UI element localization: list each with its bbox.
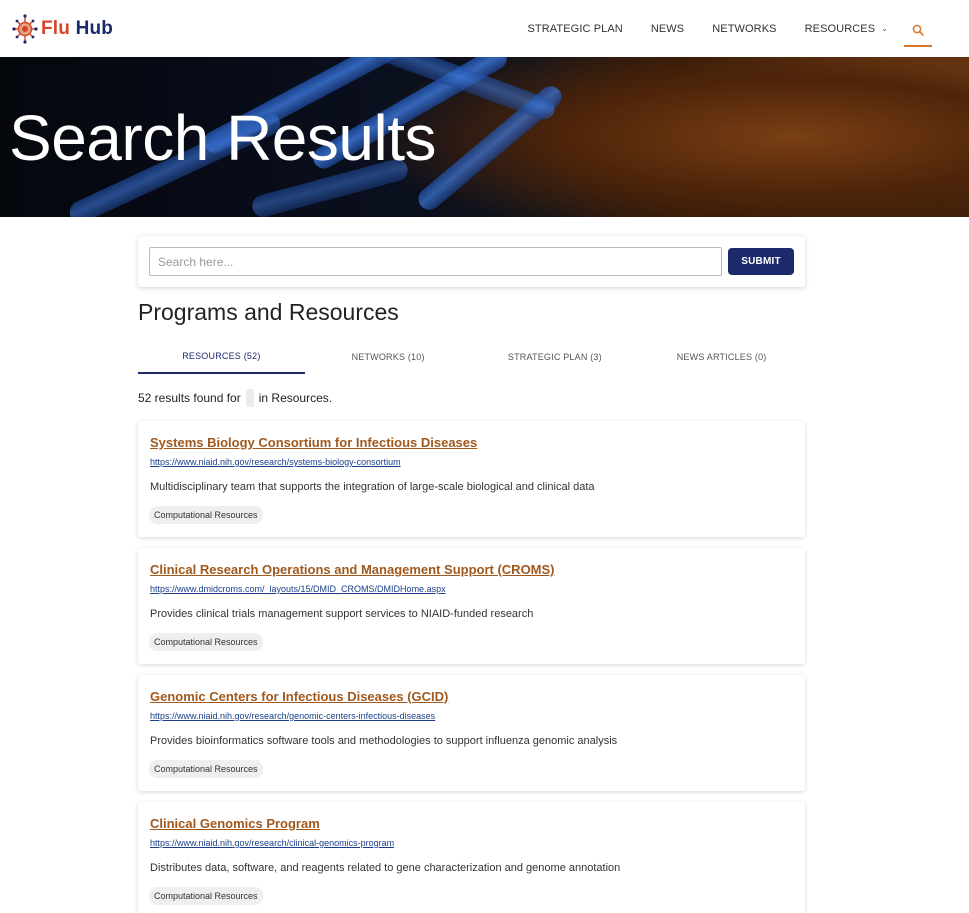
nav-label: NEWS bbox=[650, 22, 685, 35]
hero-banner: Search Results bbox=[0, 57, 969, 217]
result-url-link[interactable]: https://www.niaid.nih.gov/research/syste… bbox=[150, 457, 401, 467]
tab-news-articles[interactable]: NEWS ARTICLES (0) bbox=[638, 340, 805, 374]
result-card: Clinical Genomics Program https://www.ni… bbox=[138, 802, 805, 913]
search-input[interactable] bbox=[149, 247, 722, 276]
result-card: Clinical Research Operations and Managem… bbox=[138, 548, 805, 664]
results-count: 52 results found for in Resources. bbox=[138, 389, 332, 407]
search-tab-underline bbox=[904, 17, 932, 47]
chevron-down-icon: ⌄ bbox=[881, 24, 888, 33]
result-url-link[interactable]: https://www.dmidcroms.com/_layouts/15/DM… bbox=[150, 584, 446, 594]
search-nav-tab[interactable] bbox=[904, 0, 932, 57]
result-card: Systems Biology Consortium for Infectiou… bbox=[138, 421, 805, 537]
search-icon bbox=[912, 24, 924, 36]
nav-item-strategic-plan[interactable]: STRATEGIC PLAN bbox=[528, 23, 623, 35]
nav-label: STRATEGIC PLAN bbox=[527, 22, 623, 35]
virus-logo-icon bbox=[12, 14, 38, 44]
results-tabs: RESOURCES (52) NETWORKS (10) STRATEGIC P… bbox=[138, 340, 805, 374]
tab-networks[interactable]: NETWORKS (10) bbox=[305, 340, 472, 374]
search-query-highlight bbox=[245, 389, 254, 407]
page-title: Search Results bbox=[9, 102, 436, 174]
result-title-link[interactable]: Clinical Genomics Program bbox=[150, 816, 320, 831]
logo-hub-text: Hub bbox=[75, 18, 114, 39]
results-count-suffix: in Resources. bbox=[258, 391, 333, 405]
nav-item-networks[interactable]: NETWORKS bbox=[712, 23, 776, 35]
result-category-tag[interactable]: Computational Resources bbox=[149, 760, 263, 778]
nav-item-resources[interactable]: RESOURCES ⌄ bbox=[805, 23, 888, 35]
tab-strategic-plan[interactable]: STRATEGIC PLAN (3) bbox=[472, 340, 639, 374]
section-title: Programs and Resources bbox=[138, 299, 399, 325]
result-title-link[interactable]: Clinical Research Operations and Managem… bbox=[150, 562, 555, 577]
result-description: Distributes data, software, and reagents… bbox=[150, 862, 621, 874]
results-count-prefix: 52 results found for bbox=[138, 391, 241, 405]
flu-hub-logo[interactable]: Flu Hub bbox=[10, 10, 113, 48]
main-nav: STRATEGIC PLAN NEWS NETWORKS RESOURCES ⌄ bbox=[528, 0, 969, 57]
result-title-link[interactable]: Systems Biology Consortium for Infectiou… bbox=[150, 435, 477, 450]
search-form: SUBMIT bbox=[138, 236, 805, 287]
result-category-tag[interactable]: Computational Resources bbox=[149, 506, 263, 524]
top-navigation-bar: Flu Hub STRATEGIC PLAN NEWS NETWORKS RES… bbox=[0, 0, 969, 57]
result-description: Provides bioinformatics software tools a… bbox=[150, 735, 618, 747]
nav-label: NETWORKS bbox=[712, 22, 777, 35]
result-url-link[interactable]: https://www.niaid.nih.gov/research/genom… bbox=[150, 711, 435, 721]
result-category-tag[interactable]: Computational Resources bbox=[149, 633, 263, 651]
result-description: Provides clinical trials management supp… bbox=[150, 608, 534, 620]
logo-flu-text: Flu bbox=[41, 18, 71, 39]
nav-item-news[interactable]: NEWS bbox=[651, 23, 684, 35]
result-category-tag[interactable]: Computational Resources bbox=[149, 887, 263, 905]
submit-button[interactable]: SUBMIT bbox=[728, 248, 794, 275]
nav-label: RESOURCES bbox=[804, 22, 876, 35]
result-title-link[interactable]: Genomic Centers for Infectious Diseases … bbox=[150, 689, 448, 704]
result-description: Multidisciplinary team that supports the… bbox=[150, 481, 595, 493]
result-url-link[interactable]: https://www.niaid.nih.gov/research/clini… bbox=[150, 838, 394, 848]
logo-wordmark: Flu Hub bbox=[41, 18, 113, 40]
tab-resources[interactable]: RESOURCES (52) bbox=[138, 340, 305, 374]
result-card: Genomic Centers for Infectious Diseases … bbox=[138, 675, 805, 791]
